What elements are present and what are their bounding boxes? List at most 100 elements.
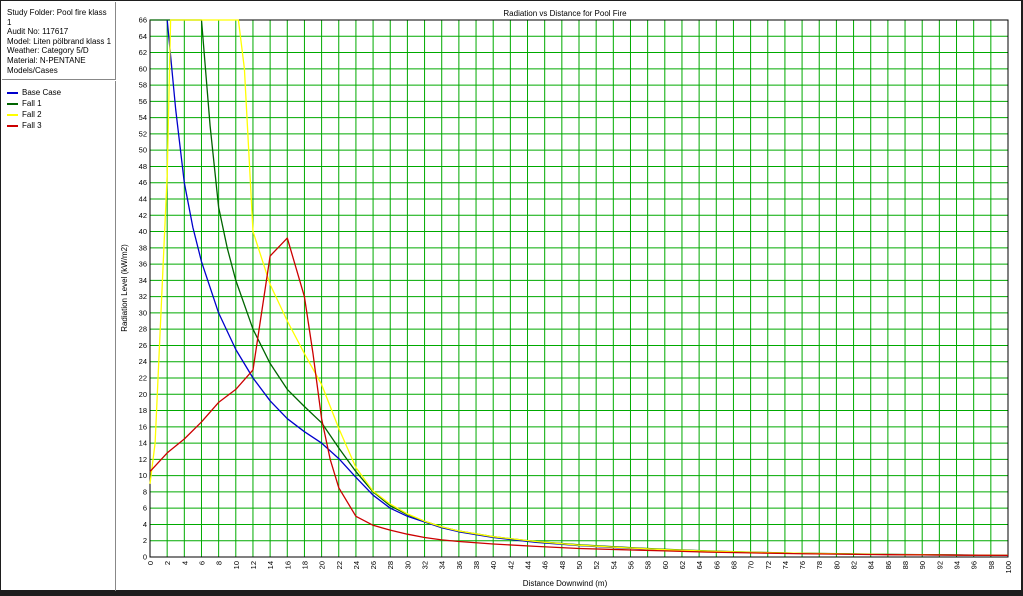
- x-tick-label: 42: [506, 561, 515, 569]
- y-tick-label: 24: [139, 357, 147, 366]
- info-weather: Weather: Category 5/D: [7, 46, 89, 56]
- x-tick-label: 36: [455, 561, 464, 569]
- x-tick-label: 76: [798, 561, 807, 569]
- x-tick-label: 66: [712, 561, 721, 569]
- x-tick-label: 78: [815, 561, 824, 569]
- y-tick-label: 22: [139, 374, 147, 383]
- chart-area: Radiation vs Distance for Pool Fire Dist…: [117, 2, 1022, 591]
- study-info-panel: Study Folder: Pool fire klass 1 Audit No…: [2, 2, 116, 80]
- x-tick-label: 98: [987, 561, 996, 569]
- y-tick-label: 0: [143, 553, 147, 562]
- info-models-cases: Models/Cases: [7, 65, 58, 75]
- x-tick-label: 18: [300, 561, 309, 569]
- x-tick-label: 22: [335, 561, 344, 569]
- x-tick-label: 8: [215, 561, 224, 565]
- legend-item-fall-2: Fall 2: [7, 109, 115, 120]
- y-tick-label: 12: [139, 455, 147, 464]
- y-tick-label: 40: [139, 227, 147, 236]
- legend-label-fall-1: Fall 1: [22, 99, 42, 108]
- x-tick-label: 74: [781, 561, 790, 569]
- legend-swatch-base-case: [7, 91, 18, 94]
- x-tick-label: 0: [146, 561, 155, 565]
- y-tick-label: 28: [139, 325, 147, 334]
- x-tick-label: 44: [524, 561, 533, 569]
- y-tick-label: 8: [143, 487, 147, 496]
- x-tick-label: 86: [884, 561, 893, 569]
- x-tick-label: 2: [163, 561, 172, 565]
- x-tick-label: 82: [850, 561, 859, 569]
- y-tick-label: 56: [139, 97, 147, 106]
- x-tick-label: 24: [352, 561, 361, 569]
- x-tick-label: 28: [386, 561, 395, 569]
- x-tick-label: 50: [575, 561, 584, 569]
- y-tick-label: 30: [139, 308, 147, 317]
- x-tick-label: 34: [438, 561, 447, 569]
- x-tick-label: 40: [489, 561, 498, 569]
- x-tick-label: 90: [918, 561, 927, 569]
- chart-title: Radiation vs Distance for Pool Fire: [503, 9, 627, 18]
- y-tick-label: 16: [139, 422, 147, 431]
- x-tick-label: 38: [472, 561, 481, 569]
- x-axis-label: Distance Downwind (m): [523, 579, 608, 588]
- legend-swatch-fall-3: [7, 124, 18, 127]
- x-tick-label: 70: [747, 561, 756, 569]
- x-tick-label: 60: [661, 561, 670, 569]
- x-tick-label: 88: [901, 561, 910, 569]
- x-tick-label: 48: [558, 561, 567, 569]
- x-tick-label: 16: [283, 561, 292, 569]
- x-tick-label: 56: [626, 561, 635, 569]
- info-audit-no: Audit No: 117617: [7, 27, 69, 37]
- x-tick-label: 14: [266, 561, 275, 569]
- y-tick-label: 60: [139, 64, 147, 73]
- y-tick-label: 32: [139, 292, 147, 301]
- y-tick-label: 58: [139, 81, 147, 90]
- y-tick-label: 20: [139, 390, 147, 399]
- y-tick-label: 54: [139, 113, 147, 122]
- x-tick-label: 30: [403, 561, 412, 569]
- y-tick-label: 50: [139, 146, 147, 155]
- x-tick-label: 10: [232, 561, 241, 569]
- x-tick-label: 92: [935, 561, 944, 569]
- y-axis-label: Radiation Level (kW/m2): [120, 244, 129, 332]
- info-material: Material: N-PENTANE: [7, 55, 86, 65]
- x-tick-label: 96: [970, 561, 979, 569]
- x-tick-label: 94: [953, 561, 962, 569]
- x-tick-label: 54: [609, 561, 618, 569]
- x-tick-label: 72: [764, 561, 773, 569]
- y-tick-label: 62: [139, 48, 147, 57]
- x-tick-label: 12: [249, 561, 258, 569]
- y-tick-label: 66: [139, 16, 147, 25]
- x-tick-label: 62: [678, 561, 687, 569]
- x-tick-label: 84: [867, 561, 876, 569]
- legend: Base Case Fall 1 Fall 2 Fall 3: [2, 81, 116, 591]
- y-tick-label: 26: [139, 341, 147, 350]
- y-tick-label: 42: [139, 211, 147, 220]
- x-tick-label: 58: [644, 561, 653, 569]
- y-tick-label: 6: [143, 504, 147, 513]
- x-tick-label: 68: [729, 561, 738, 569]
- y-tick-label: 14: [139, 439, 147, 448]
- x-tick-label: 4: [180, 561, 189, 565]
- y-tick-label: 52: [139, 129, 147, 138]
- x-tick-label: 26: [369, 561, 378, 569]
- chart-window: Study Folder: Pool fire klass 1 Audit No…: [1, 1, 1022, 591]
- y-tick-label: 2: [143, 536, 147, 545]
- y-tick-label: 64: [139, 32, 147, 41]
- x-tick-label: 100: [1004, 561, 1013, 574]
- legend-item-base-case: Base Case: [7, 87, 115, 98]
- legend-swatch-fall-1: [7, 102, 18, 105]
- x-tick-label: 20: [318, 561, 327, 569]
- y-tick-label: 4: [143, 520, 147, 529]
- y-tick-label: 46: [139, 178, 147, 187]
- y-tick-label: 48: [139, 162, 147, 171]
- x-tick-label: 52: [592, 561, 601, 569]
- legend-swatch-fall-2: [7, 113, 18, 116]
- y-tick-label: 44: [139, 195, 147, 204]
- x-tick-label: 46: [541, 561, 550, 569]
- y-tick-label: 10: [139, 471, 147, 480]
- legend-label-fall-2: Fall 2: [22, 110, 42, 119]
- radiation-chart: Radiation vs Distance for Pool Fire Dist…: [120, 9, 1013, 588]
- legend-item-fall-1: Fall 1: [7, 98, 115, 109]
- x-tick-label: 64: [695, 561, 704, 569]
- legend-label-base-case: Base Case: [22, 88, 62, 97]
